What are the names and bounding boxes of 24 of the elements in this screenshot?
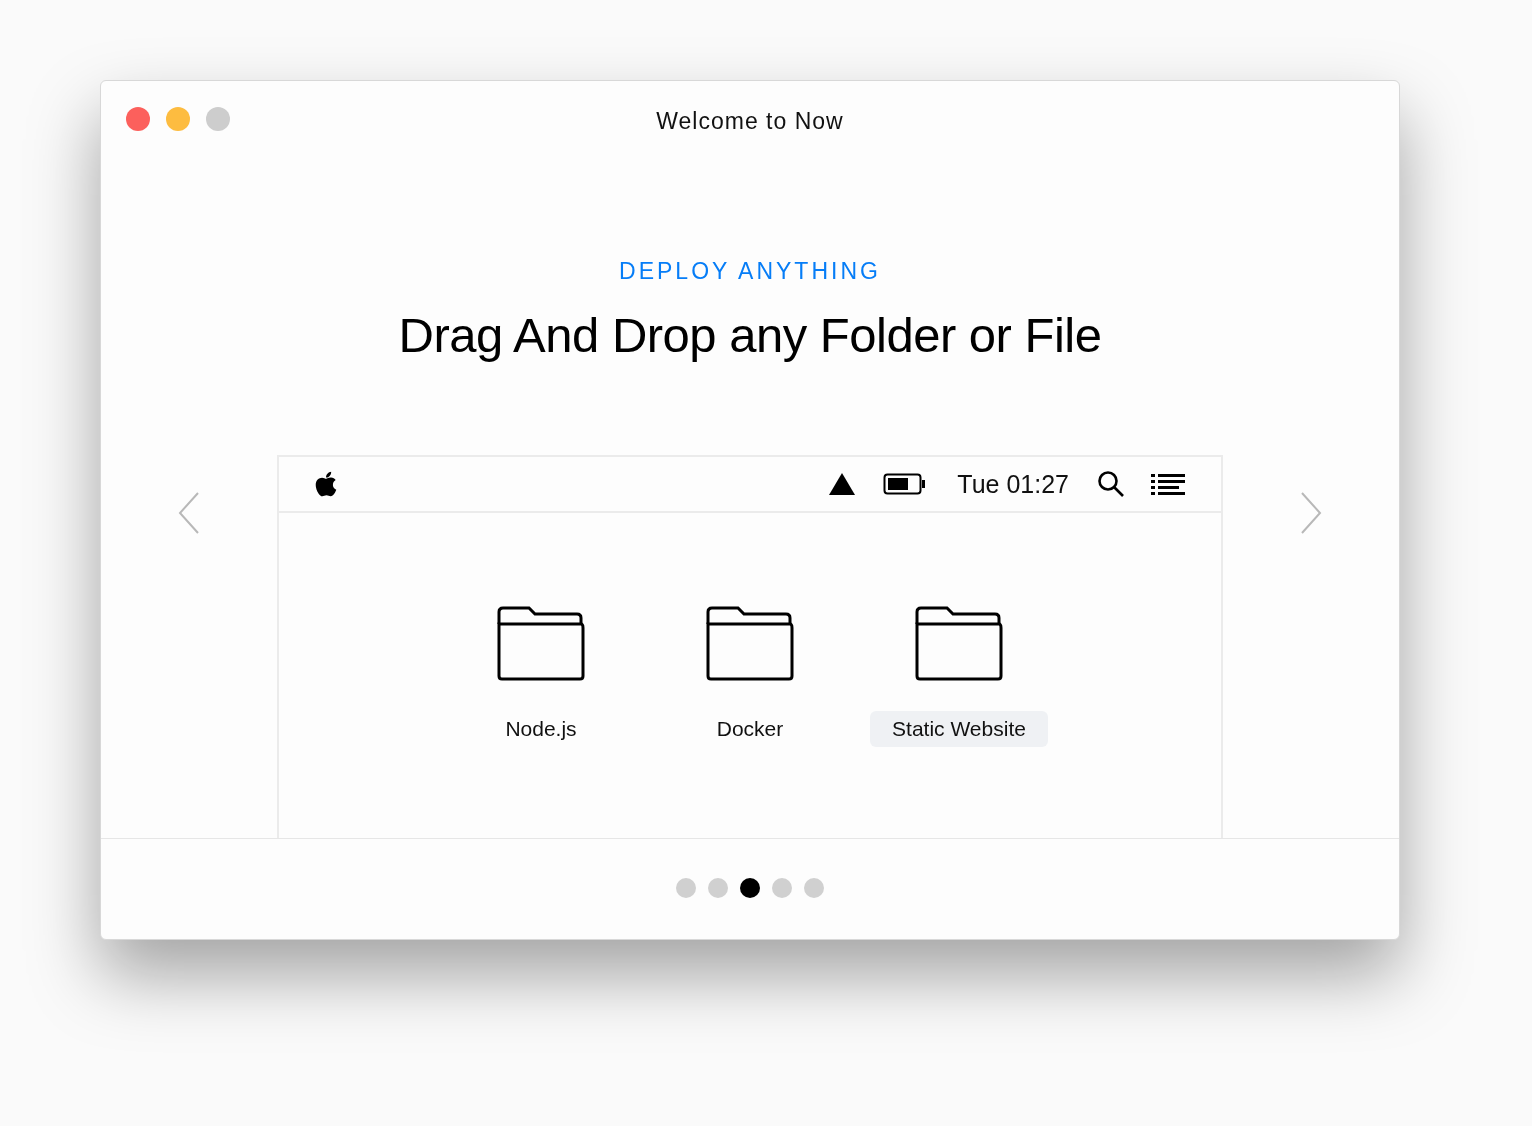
folder-icon [915, 606, 1003, 681]
folder-label[interactable]: Node.js [483, 711, 599, 747]
window-control-button[interactable] [126, 107, 150, 131]
pager-dot[interactable] [772, 878, 792, 898]
folder-icon [706, 606, 794, 681]
pager-dot[interactable] [804, 878, 824, 898]
section-eyebrow: DEPLOY ANYTHING [619, 258, 881, 285]
search-icon [1097, 470, 1125, 498]
chevron-left-icon [178, 491, 200, 535]
menu-bar-clock: Tue 01:27 [957, 469, 1069, 499]
folder-icon [497, 606, 585, 681]
window-control-button[interactable] [206, 107, 230, 131]
window-title: Welcome to Now [656, 107, 844, 135]
slide-heading: Drag And Drop any Folder or File [398, 307, 1102, 363]
pager-dot[interactable] [676, 878, 696, 898]
chevron-right-icon [1300, 491, 1322, 535]
pager-dot[interactable] [740, 878, 760, 898]
triangle-icon [829, 473, 856, 495]
list-icon [1151, 473, 1185, 495]
folder-label[interactable]: Static Website [870, 711, 1048, 747]
folder-label[interactable]: Docker [694, 711, 806, 747]
window-control-button[interactable] [166, 107, 190, 131]
pager-dot[interactable] [708, 878, 728, 898]
battery-icon [883, 473, 928, 495]
